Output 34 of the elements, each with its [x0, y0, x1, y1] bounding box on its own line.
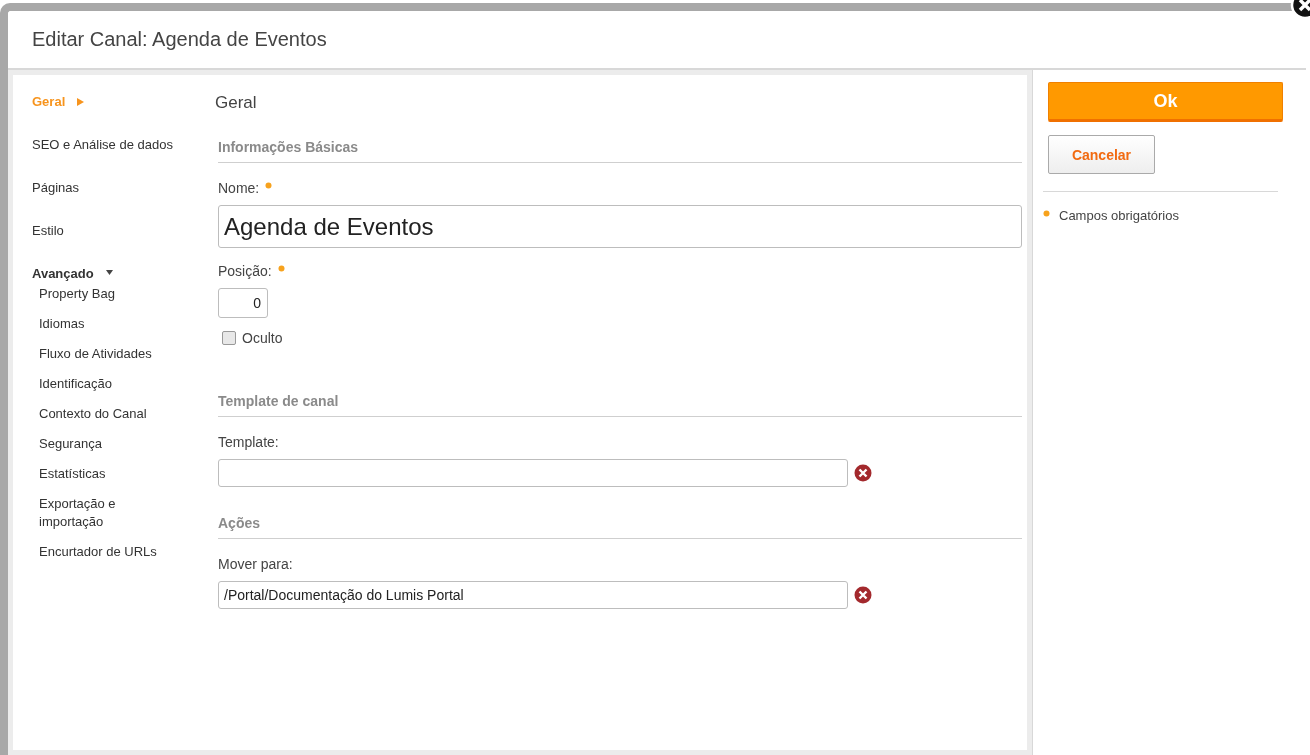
section-title: Ações	[218, 515, 1022, 539]
position-field[interactable]: 0	[218, 288, 268, 318]
field-label: Template:	[218, 434, 279, 450]
checkbox[interactable]	[222, 331, 236, 345]
section-title: Template de canal	[218, 393, 1022, 417]
nav-item[interactable]: Property Bag	[32, 285, 169, 303]
nav-item[interactable]: Páginas	[32, 180, 202, 223]
nav-item[interactable]: Contexto do Canal	[32, 405, 169, 423]
nav-item[interactable]: Idiomas	[32, 315, 169, 333]
lookup-field[interactable]	[218, 459, 848, 487]
nav-item[interactable]: Segurança	[32, 435, 169, 453]
nav-item[interactable]: Fluxo de Atividades	[32, 345, 169, 363]
lookup-field[interactable]: /Portal/Documentação do Lumis Portal	[218, 581, 848, 609]
nav-item[interactable]: Estilo	[32, 223, 202, 266]
field-label: Nome:	[218, 180, 260, 196]
required-dot-icon	[1043, 210, 1050, 217]
caret-icon	[105, 270, 113, 275]
clear-icon[interactable]	[854, 464, 872, 482]
nav-item[interactable]: SEO e Análise de dados	[32, 137, 202, 180]
nav-item[interactable]: Estatísticas	[32, 465, 169, 483]
legend-text: Campos obrigatórios	[1059, 208, 1179, 223]
page-heading: Geral	[215, 93, 258, 113]
nav-item[interactable]: Encurtador de URLs	[32, 543, 169, 561]
dialog-title: Editar Canal: Agenda de Eventos	[32, 28, 327, 51]
nav-item[interactable]: Exportação e importação	[32, 495, 169, 531]
checkbox-label: Oculto	[242, 330, 283, 346]
nav-item[interactable]: Identificação	[32, 375, 169, 393]
clear-icon[interactable]	[854, 586, 872, 604]
arrow-icon	[77, 98, 85, 106]
name-field[interactable]: Agenda de Eventos	[218, 205, 1022, 248]
nav-item[interactable]: Avançado	[32, 266, 202, 281]
section-title: Informações Básicas	[218, 139, 1022, 163]
field-label: Mover para:	[218, 556, 293, 572]
field-label: Posição:	[218, 263, 272, 279]
